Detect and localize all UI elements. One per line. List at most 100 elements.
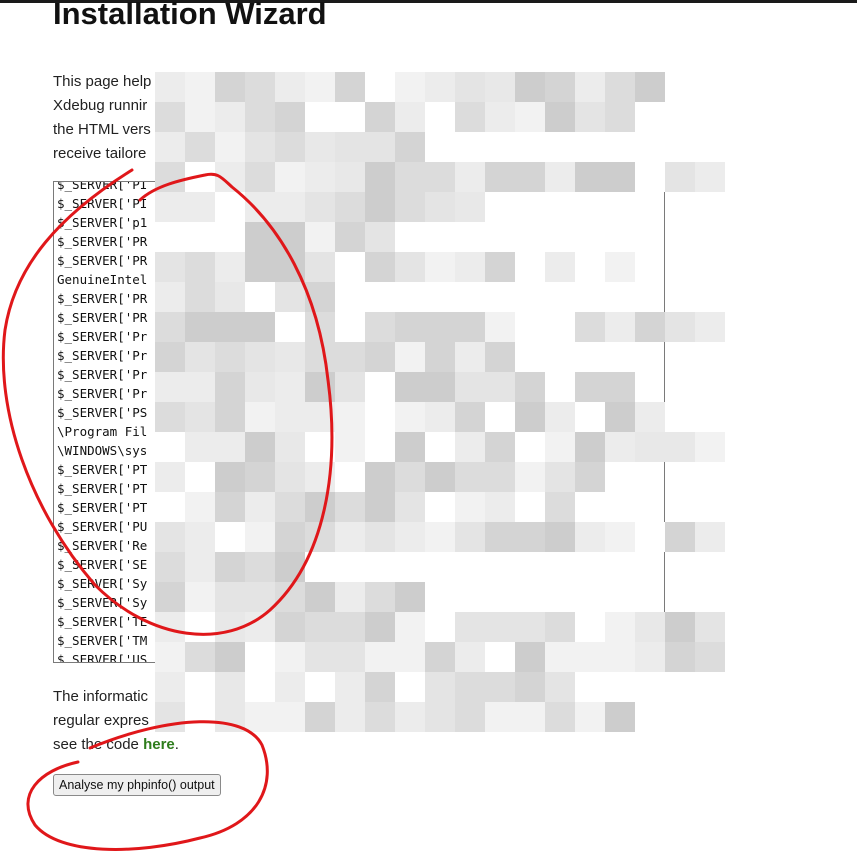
phpinfo-line: $_SERVER['PR [57,310,148,325]
redaction-block [695,432,725,462]
redaction-block [245,672,275,702]
redaction-block [185,72,215,102]
phpinfo-line: $_SERVER['p1 [57,215,148,230]
redaction-block [365,72,395,102]
redaction-block [425,132,455,162]
phpinfo-line: \WINDOWS\sys [57,443,148,458]
redaction-block [305,672,335,702]
redaction-block [155,102,185,132]
phpinfo-line: $_SERVER['PT [57,500,148,515]
phpinfo-line: $_SERVER['PU [57,519,148,534]
phpinfo-line: $_SERVER['PS [57,405,148,420]
redaction-block [455,672,485,702]
redaction-block [245,132,275,162]
intro-line: receive tailore [53,145,147,162]
phpinfo-line: $_SERVER['SE [57,557,148,572]
footer-paragraph: The informatic regular expres see the co… [53,685,179,757]
redaction-block [275,132,305,162]
redaction-block [215,102,245,132]
redaction-block [395,702,425,732]
redaction-block [545,702,575,732]
redaction-block [695,312,725,342]
redaction-block [365,702,395,732]
footer-text: . [174,736,179,753]
redaction-block [335,672,365,702]
redaction-block [395,72,425,102]
phpinfo-line: $_SERVER['PT [57,481,148,496]
redaction-block [635,72,665,102]
redaction-block [215,702,245,732]
redaction-block [665,312,695,342]
intro-line: This page help [53,73,152,90]
redaction-block [695,612,725,642]
redaction-block [215,72,245,102]
redaction-block [425,102,455,132]
redaction-block [695,522,725,552]
phpinfo-line: \Program Fil [57,424,148,439]
redaction-block [695,162,725,192]
redaction-block [335,102,365,132]
phpinfo-line: $_SERVER['Pr [57,348,148,363]
redaction-block [605,72,635,102]
analyse-phpinfo-button[interactable]: Analyse my phpinfo() output [53,774,221,796]
redaction-block [485,672,515,702]
phpinfo-line: $_SERVER['Re [57,538,148,553]
redaction-block [185,672,215,702]
redaction-block [365,672,395,702]
phpinfo-content: $_SERVER['PI $_SERVER['PI $_SERVER['p1 $_SE… [57,182,148,663]
redaction-block [515,702,545,732]
redaction-block [425,72,455,102]
redaction-block [575,72,605,102]
redaction-block [395,672,425,702]
redaction-block [335,702,365,732]
footer-line: The informatic [53,688,149,705]
redaction-block [275,102,305,132]
redaction-block [485,72,515,102]
redaction-block [665,522,695,552]
redaction-block [545,102,575,132]
footer-line: regular expres [53,712,149,729]
intro-line: Xdebug runnir [53,97,148,114]
redaction-block [215,672,245,702]
redaction-block [425,672,455,702]
redaction-block [575,702,605,732]
footer-text: see the code [53,736,144,753]
phpinfo-textarea[interactable]: $_SERVER['PI $_SERVER['PI $_SERVER['p1 $_SE… [53,181,665,663]
redaction-block [335,72,365,102]
footer-line: see the code here. [53,733,179,757]
redaction-block [245,702,275,732]
redaction-block [485,102,515,132]
redaction-block [515,72,545,102]
redaction-block [305,702,335,732]
redaction-block [635,102,665,132]
redaction-block [155,72,185,102]
phpinfo-line: $_SERVER['US [57,652,148,663]
redaction-block [665,162,695,192]
page-title: Installation Wizard [53,0,327,31]
redaction-block [335,132,365,162]
redaction-block [665,642,695,672]
phpinfo-line: $_SERVER['PT [57,462,148,477]
redaction-block [275,702,305,732]
redaction-block [305,102,335,132]
phpinfo-line: $_SERVER['Pr [57,386,148,401]
redaction-block [665,432,695,462]
here-link[interactable]: here [143,736,175,753]
redaction-block [245,72,275,102]
redaction-block [305,132,335,162]
redaction-block [515,672,545,702]
redaction-block [695,642,725,672]
redaction-block [245,102,275,132]
phpinfo-line: $_SERVER['Pr [57,329,148,344]
phpinfo-line: $_SERVER['PR [57,234,148,249]
phpinfo-line: $_SERVER['Pr [57,367,148,382]
redaction-block [365,102,395,132]
redaction-block [425,702,455,732]
redaction-block [515,102,545,132]
phpinfo-line: $_SERVER['PR [57,291,148,306]
redaction-block [185,702,215,732]
phpinfo-line: $_SERVER['Sy [57,595,148,610]
redaction-block [365,132,395,162]
phpinfo-line: GenuineIntel [57,272,148,287]
redaction-block [665,612,695,642]
